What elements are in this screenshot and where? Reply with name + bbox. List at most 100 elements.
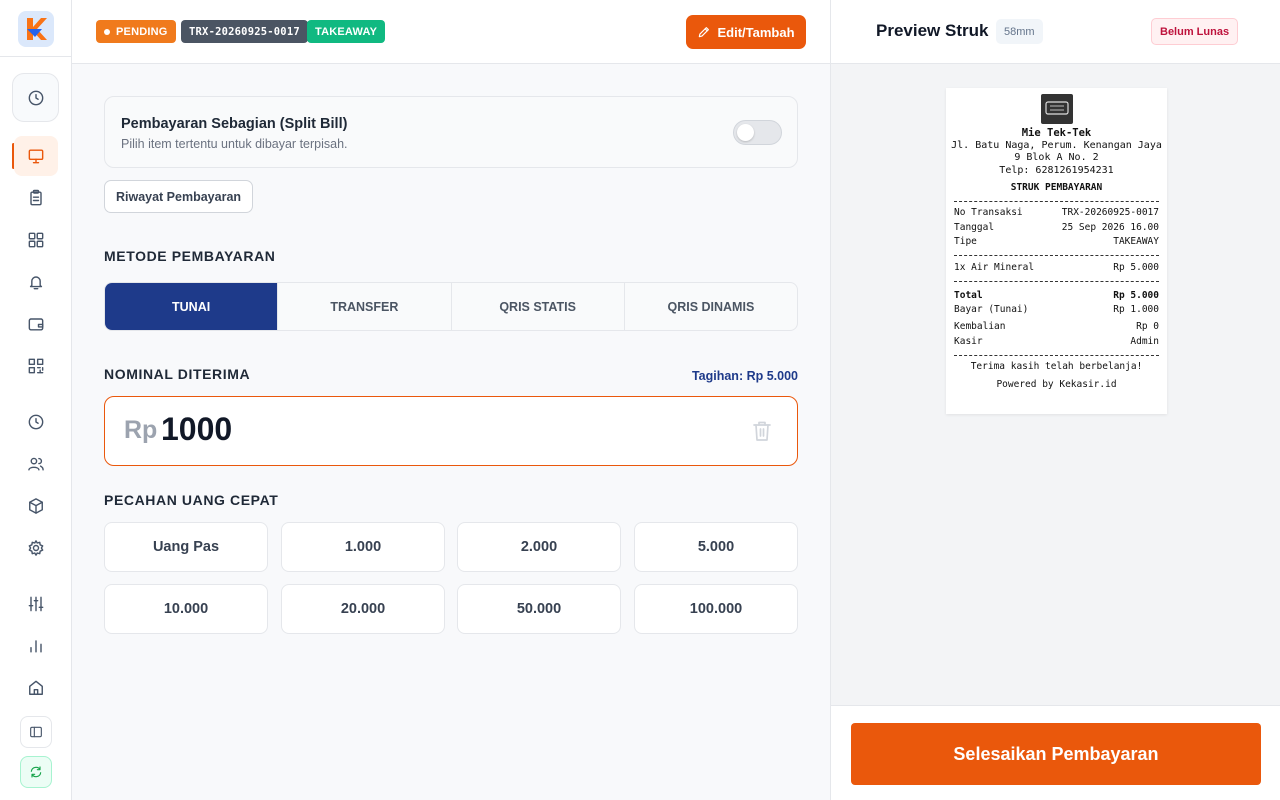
quick-cash-exact[interactable]: Uang Pas [104, 522, 268, 572]
receipt-label: Total [954, 290, 983, 301]
receipt-phone: Telp: 6281261954231 [999, 165, 1114, 176]
sidebar-divider [0, 56, 72, 57]
method-qris-dinamis[interactable]: QRIS DINAMIS [625, 283, 797, 330]
method-tunai[interactable]: TUNAI [105, 283, 279, 330]
receipt-label: Kembalian [954, 321, 1006, 332]
quick-cash-20000[interactable]: 20.000 [281, 584, 445, 634]
split-bill-toggle[interactable] [733, 120, 782, 145]
receipt-value: Rp 1.000 [1113, 304, 1159, 315]
receipt-paid-row: Bayar (Tunai) Rp 1.000 [954, 304, 1159, 316]
receipt-address-2: 9 Blok A No. 2 [1014, 152, 1099, 163]
receipt-item-price: Rp 5.000 [1113, 262, 1159, 273]
sliders-icon [28, 596, 44, 612]
sidebar-item-wallet[interactable] [14, 304, 58, 344]
receipt-item-name: 1x Air Mineral [954, 262, 1035, 273]
sidebar [0, 0, 72, 800]
edit-order-label: Edit/Tambah [717, 24, 795, 40]
sidebar-item-inventory[interactable] [14, 486, 58, 526]
receipt-change-row: Kembalian Rp 0 [954, 321, 1159, 333]
status-dot [104, 28, 110, 35]
receipt-paper: Mie Tek-Tek Jl. Batu Naga, Perum. Kenang… [946, 88, 1167, 414]
receipt-value: TAKEAWAY [1113, 236, 1159, 247]
quick-cash-title: PECAHAN UANG CEPAT [104, 492, 279, 508]
receipt-divider [954, 355, 1159, 356]
sidebar-collapse-button[interactable] [20, 716, 52, 748]
action-bar: Selesaikan Pembayaran [831, 705, 1280, 800]
quick-cash-50000[interactable]: 50.000 [457, 584, 621, 634]
receipt-item-row: 1x Air Mineral Rp 5.000 [954, 262, 1159, 274]
receipt-value: Rp 5.000 [1113, 290, 1159, 301]
receipt-preview-pane: Preview Struk 58mm Belum Lunas Mie Tek-T… [830, 0, 1280, 800]
receipt-thanks: Terima kasih telah berbelanja! [970, 361, 1143, 372]
receipt-info-row: Tanggal 25 Sep 2026 16.00 [954, 222, 1159, 234]
payment-method-group: TUNAI TRANSFER QRIS STATIS QRIS DINAMIS [104, 282, 798, 331]
sidebar-item-notifications[interactable] [14, 262, 58, 302]
quick-cash-5000[interactable]: 5.000 [634, 522, 798, 572]
currency-prefix: Rp [124, 416, 158, 444]
sidebar-item-customers[interactable] [14, 444, 58, 484]
sidebar-item-qr[interactable] [14, 346, 58, 386]
quick-cash-1000[interactable]: 1.000 [281, 522, 445, 572]
finish-payment-button[interactable]: Selesaikan Pembayaran [851, 723, 1261, 785]
sidebar-item-products[interactable] [14, 220, 58, 260]
clipboard-icon [30, 189, 42, 206]
split-bill-card: Pembayaran Sebagian (Split Bill) Pilih i… [104, 96, 798, 168]
grid-icon [28, 232, 44, 248]
receipt-value: Rp 0 [1136, 321, 1159, 332]
preview-header: Preview Struk 58mm Belum Lunas [831, 0, 1280, 64]
pencil-icon [699, 27, 710, 38]
sidebar-item-adjustments[interactable] [14, 584, 58, 624]
qr-scan-icon [28, 358, 44, 374]
sync-icon [30, 766, 42, 778]
wallet-icon [28, 318, 44, 331]
receipt-divider [954, 201, 1159, 202]
bill-amount: Tagihan: Rp 5.000 [691, 369, 798, 383]
method-qris-statis[interactable]: QRIS STATIS [452, 283, 625, 330]
users-icon [28, 457, 44, 471]
sidebar-item-orders[interactable] [14, 178, 58, 218]
toggle-knob [737, 124, 754, 141]
gear-icon [28, 540, 44, 556]
bell-icon [29, 276, 43, 290]
receipt-label: No Transaksi [954, 207, 1023, 218]
clear-amount-button[interactable] [751, 419, 773, 443]
payment-history-button[interactable]: Riwayat Pembayaran [104, 180, 253, 213]
amount-value[interactable]: 1000 [161, 411, 232, 448]
home-icon [29, 680, 43, 695]
history-clock-icon [28, 414, 44, 430]
status-label: PENDING [116, 25, 168, 38]
split-bill-subtitle: Pilih item tertentu untuk dibayar terpis… [121, 137, 348, 151]
amount-received-title: NOMINAL DITERIMA [104, 366, 251, 382]
store-logo [1041, 94, 1073, 124]
receipt-label: Tipe [954, 236, 977, 247]
split-bill-title: Pembayaran Sebagian (Split Bill) [121, 116, 348, 132]
kekasir-logo-icon [27, 18, 47, 40]
sidebar-item-pos[interactable] [14, 136, 58, 176]
receipt-info-row: No Transaksi TRX-20260925-0017 [954, 207, 1159, 219]
edit-order-button[interactable]: Edit/Tambah [686, 15, 806, 49]
receipt-heading: STRUK PEMBAYARAN [1010, 182, 1103, 193]
receipt-label: Tanggal [954, 222, 995, 233]
package-icon [29, 498, 43, 514]
transaction-header: PENDING TRX-20260925-0017 TAKEAWAY Edit/… [72, 0, 830, 64]
quick-cash-10000[interactable]: 10.000 [104, 584, 268, 634]
method-transfer[interactable]: TRANSFER [278, 283, 452, 330]
trash-icon [753, 421, 771, 441]
sidebar-item-history[interactable] [14, 402, 58, 442]
amount-input[interactable]: Rp 1000 [104, 396, 798, 466]
sidebar-item-outlet[interactable] [14, 668, 58, 708]
sidebar-item-shift[interactable] [12, 73, 59, 122]
receipt-value: 25 Sep 2026 16.00 [1061, 222, 1159, 233]
sync-button[interactable] [20, 756, 52, 788]
app-logo[interactable] [18, 11, 54, 47]
quick-cash-100000[interactable]: 100.000 [634, 584, 798, 634]
monitor-icon [28, 149, 44, 164]
sidebar-item-settings[interactable] [14, 528, 58, 568]
quick-cash-2000[interactable]: 2.000 [457, 522, 621, 572]
panel-left-icon [30, 726, 42, 738]
receipt-store-name: Mie Tek-Tek [1021, 127, 1092, 139]
bar-chart-icon [30, 640, 42, 653]
receipt-value: Admin [1130, 336, 1159, 347]
status-badge: PENDING [96, 20, 176, 43]
sidebar-item-reports[interactable] [14, 626, 58, 666]
